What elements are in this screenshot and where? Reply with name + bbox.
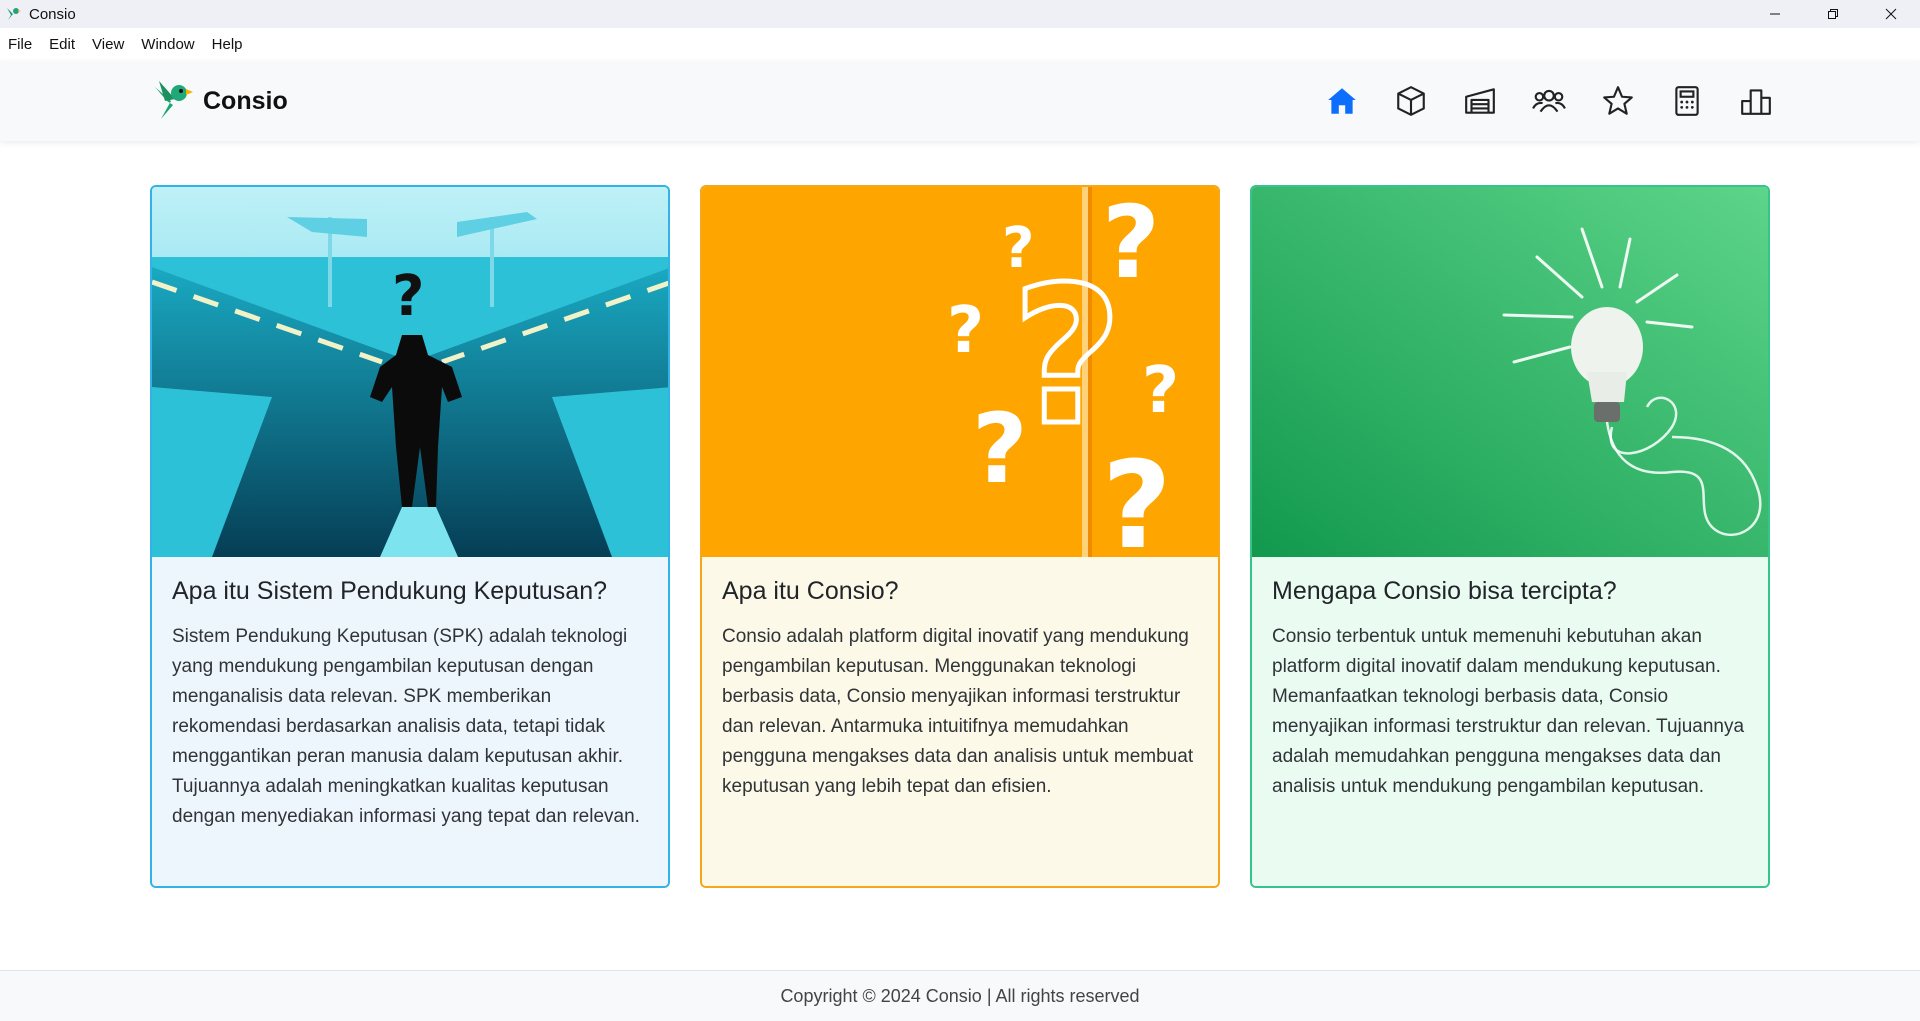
box-icon <box>1396 86 1425 116</box>
card-text: Consio adalah platform digital inovatif … <box>722 626 1194 797</box>
close-button[interactable] <box>1862 0 1920 28</box>
card-title: Mengapa Consio bisa tercipta? <box>1272 577 1617 605</box>
card-body: Apa itu Consio? Consio adalah platform d… <box>702 557 1218 886</box>
question-marks-image: ? ? ? ? ? ? ? <box>702 187 1218 557</box>
svg-text:?: ? <box>1012 246 1122 467</box>
menu-file[interactable]: File <box>8 36 32 53</box>
warehouse-icon <box>1464 88 1495 114</box>
restore-button[interactable] <box>1804 0 1862 28</box>
window-title: Consio <box>29 5 76 23</box>
card-spk: ? Apa itu Sistem Pendukung Keputusan? Si… <box>150 185 670 888</box>
card-text: Consio terbentuk untuk memenuhi kebutuha… <box>1272 626 1745 797</box>
card-consio: ? ? ? ? ? ? ? Apa itu Consio? Consio ada… <box>700 185 1220 888</box>
menu-view[interactable]: View <box>92 36 124 53</box>
menu-window[interactable]: Window <box>141 36 194 53</box>
nav-calculator[interactable] <box>1652 79 1721 123</box>
nav-ranking[interactable] <box>1721 79 1790 123</box>
card-title: Apa itu Consio? <box>722 577 899 605</box>
app-logo-icon <box>7 8 21 20</box>
svg-text:?: ? <box>392 264 424 329</box>
crossroads-image: ? <box>152 187 668 557</box>
copyright-text: Copyright © 2024 Consio | All rights res… <box>780 985 1140 1006</box>
menu-edit[interactable]: Edit <box>49 36 75 53</box>
bird-logo-icon <box>155 81 193 119</box>
minimize-button[interactable] <box>1746 0 1804 28</box>
card-why-consio: Mengapa Consio bisa tercipta? Consio ter… <box>1250 185 1770 888</box>
lightbulb-image <box>1252 187 1768 557</box>
svg-text:?: ? <box>1142 354 1179 428</box>
nav-warehouse[interactable] <box>1445 79 1514 123</box>
minimize-icon <box>1770 13 1780 15</box>
navbar: Consio <box>0 61 1920 141</box>
card-text: Sistem Pendukung Keputusan (SPK) adalah … <box>172 626 640 827</box>
svg-text:?: ? <box>947 294 984 368</box>
people-icon <box>1531 89 1566 113</box>
star-icon <box>1602 86 1633 115</box>
card-title: Apa itu Sistem Pendukung Keputusan? <box>172 577 608 605</box>
close-icon <box>1885 8 1897 20</box>
footer: Copyright © 2024 Consio | All rights res… <box>0 970 1920 1021</box>
nav-favorites[interactable] <box>1583 79 1652 123</box>
nav-products[interactable] <box>1376 79 1445 123</box>
card-body: Mengapa Consio bisa tercipta? Consio ter… <box>1252 557 1768 886</box>
brand-name: Consio <box>203 86 288 115</box>
nav-home[interactable] <box>1307 79 1376 123</box>
window-controls <box>1746 0 1920 28</box>
buildings-icon <box>1740 89 1771 115</box>
menu-bar: File Edit View Window Help <box>0 28 1920 61</box>
menu-help[interactable]: Help <box>212 36 243 53</box>
restore-icon <box>1828 9 1838 19</box>
calculator-icon <box>1674 86 1699 116</box>
title-bar: Consio <box>0 0 1920 28</box>
nav-menu <box>1307 79 1790 123</box>
home-icon <box>1327 88 1356 114</box>
nav-users[interactable] <box>1514 79 1583 123</box>
cards-row: ? Apa itu Sistem Pendukung Keputusan? Si… <box>150 185 1770 888</box>
brand-link[interactable]: Consio <box>153 79 288 123</box>
card-body: Apa itu Sistem Pendukung Keputusan? Sist… <box>152 557 668 886</box>
